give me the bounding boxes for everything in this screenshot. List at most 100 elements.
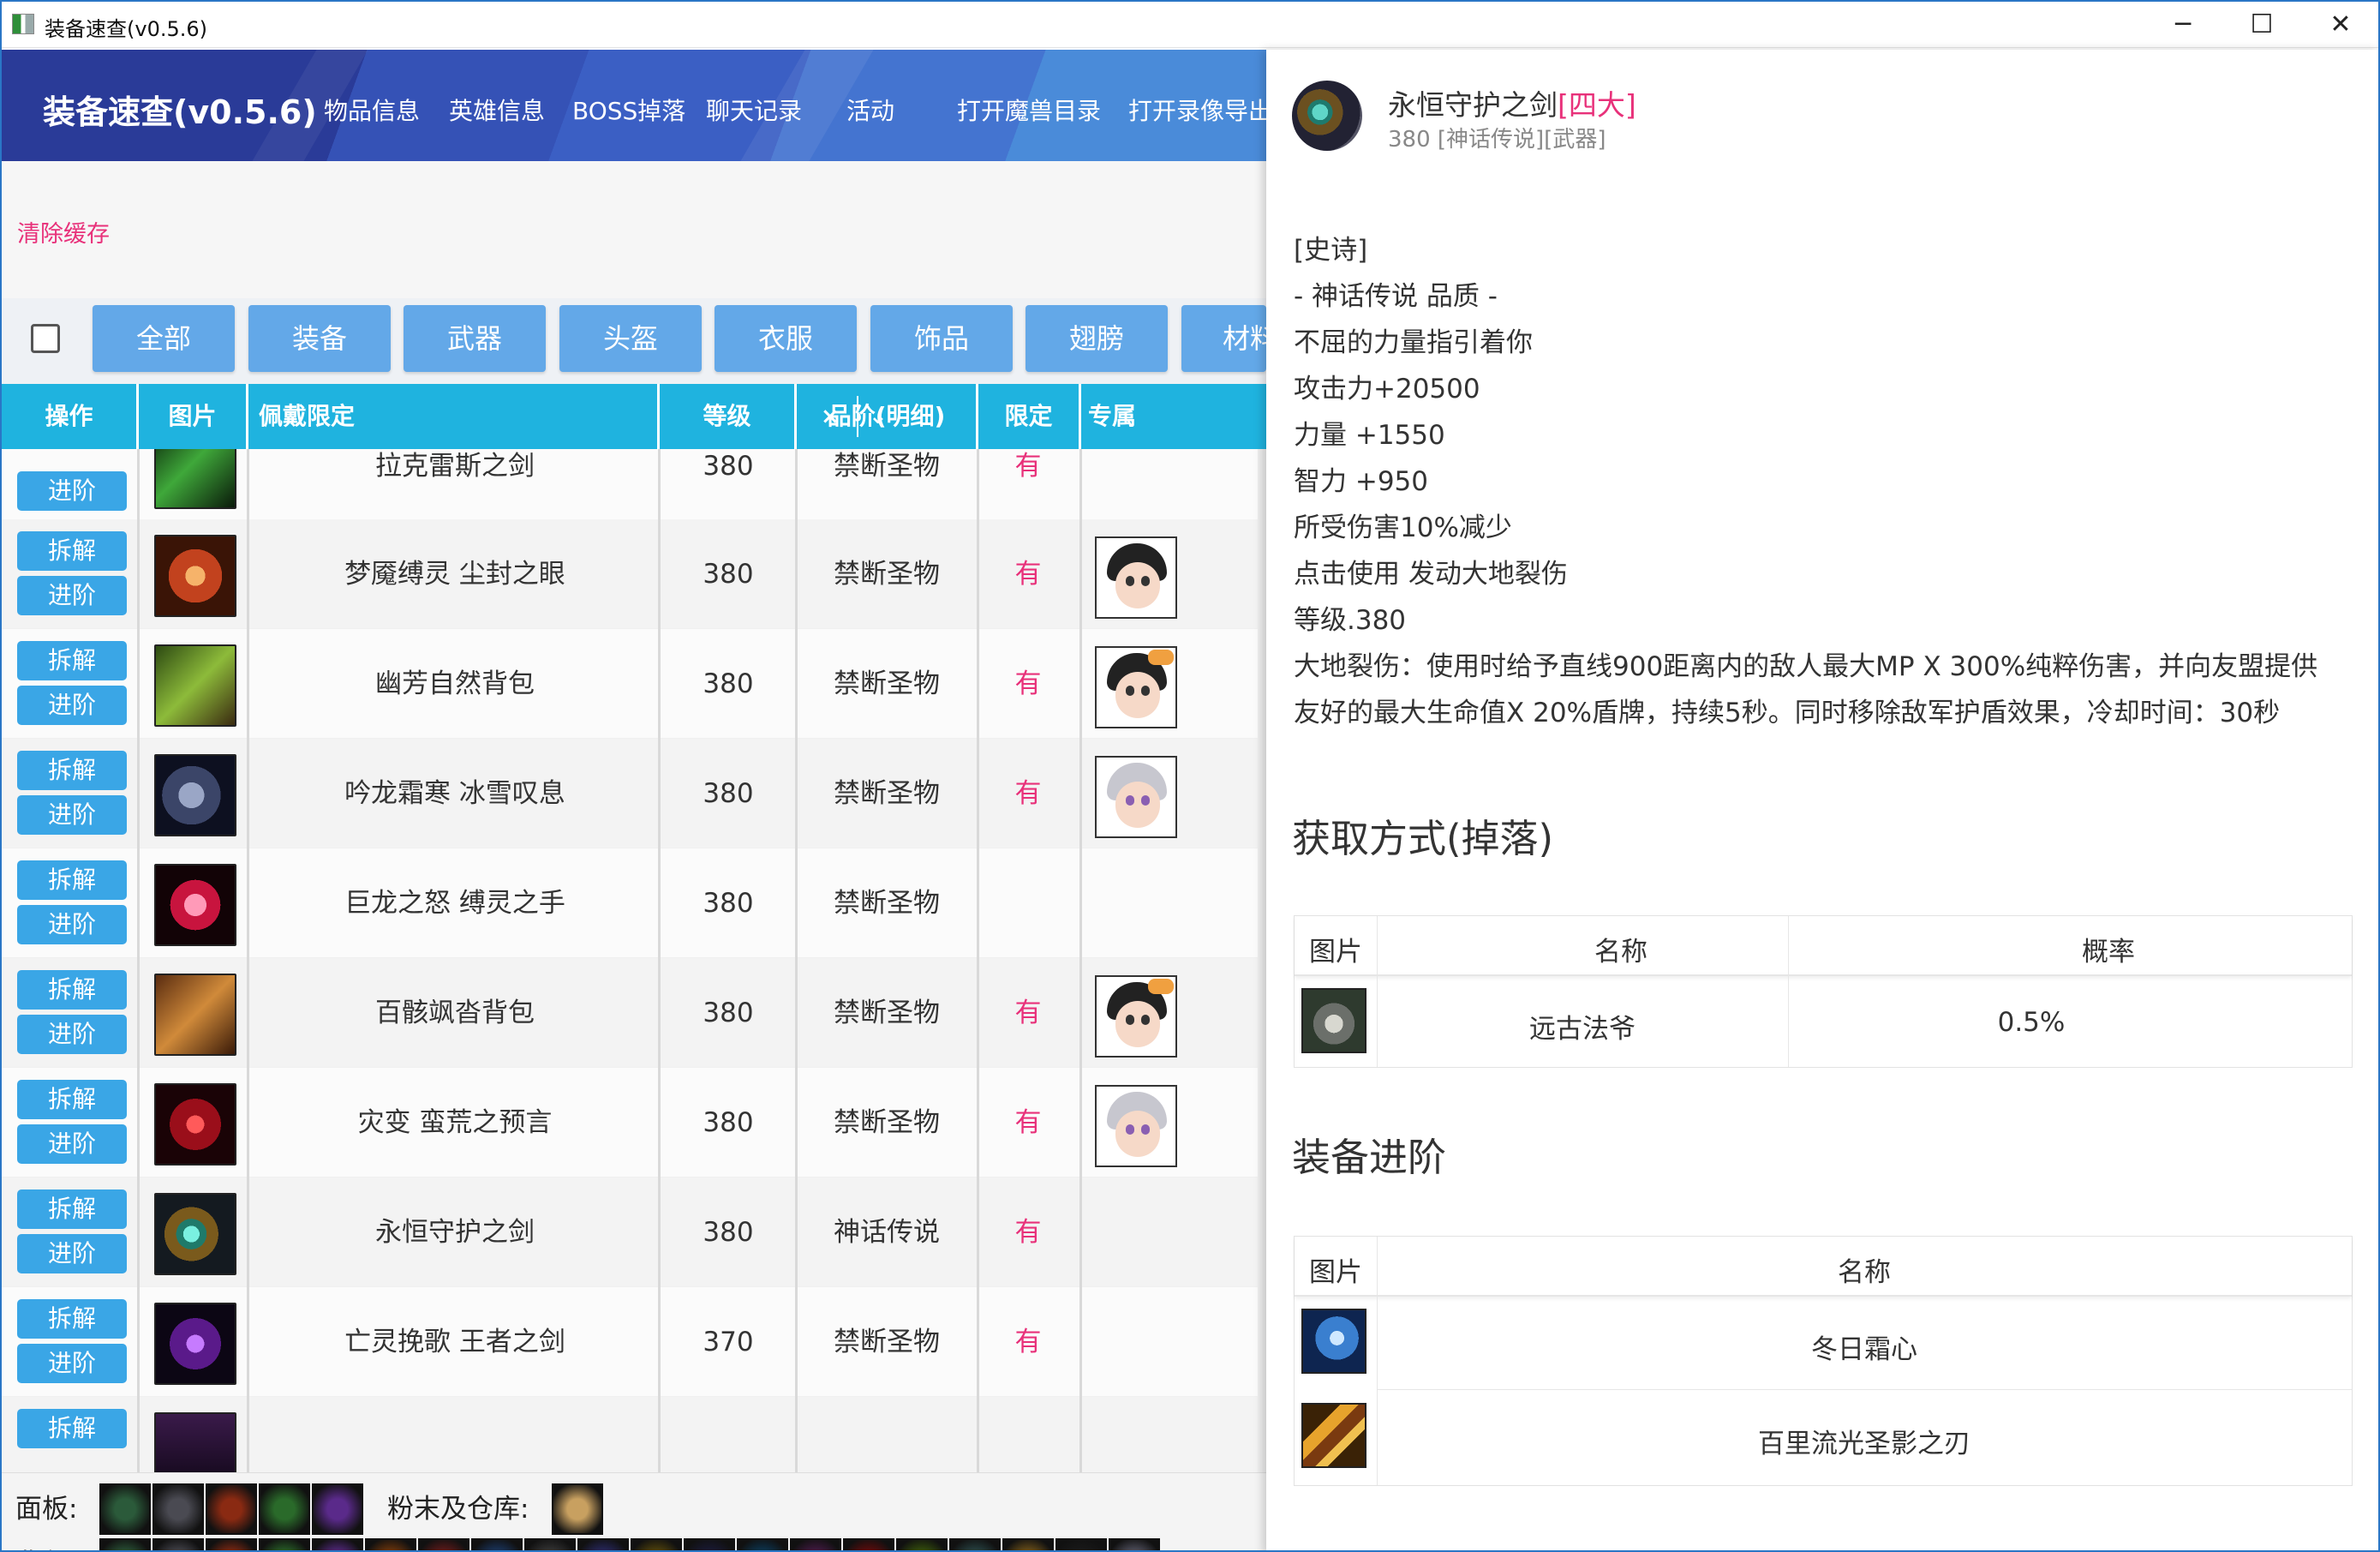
item-name: 灾变 蛮荒之预言 bbox=[357, 1107, 553, 1138]
drop-table: 图片 名称 概率 远古法爷 0.5% bbox=[1294, 915, 2353, 1068]
nav-item-chat[interactable]: 聊天记录 bbox=[706, 93, 802, 127]
close-button[interactable]: ✕ bbox=[2301, 2, 2378, 48]
nav-item-boss[interactable]: BOSS掉落 bbox=[572, 93, 685, 127]
panel-slot-icon[interactable] bbox=[152, 1483, 204, 1535]
header-limited[interactable]: 限定 bbox=[978, 384, 1081, 449]
advance-button[interactable]: 进阶 bbox=[17, 905, 127, 944]
advance-button[interactable]: 进阶 bbox=[17, 576, 127, 615]
header-level[interactable]: 等级 bbox=[660, 384, 797, 449]
table-row[interactable]: 拆解 进阶 巨龙之怒 缚灵之手 380 禁断圣物 bbox=[2, 848, 1266, 958]
detail-line: 智力 +950 bbox=[1294, 466, 1428, 497]
nav-item-open-dir[interactable]: 打开魔兽目录 bbox=[957, 93, 1101, 127]
category-wings-button[interactable]: 翅膀 bbox=[1026, 305, 1168, 372]
category-material-button[interactable]: 材料 bbox=[1181, 305, 1266, 372]
category-all-button[interactable]: 全部 bbox=[93, 305, 235, 372]
bag-slot-icon[interactable] bbox=[896, 1538, 948, 1550]
header-filter-select[interactable]: 佩戴限定 × ⌄ bbox=[248, 384, 888, 449]
panel-slot-icon[interactable] bbox=[206, 1483, 257, 1535]
disassemble-button[interactable]: 拆解 bbox=[17, 1080, 127, 1119]
item-name: 百骸飒沓背包 bbox=[375, 998, 535, 1028]
table-row[interactable]: 拆解 进阶 永恒守护之剑 380 神话传说 有 bbox=[2, 1177, 1266, 1287]
advance-button[interactable]: 进阶 bbox=[17, 795, 127, 835]
item-grade: 禁断圣物 bbox=[834, 778, 940, 809]
bag-slot-icon[interactable] bbox=[1109, 1538, 1160, 1550]
bone-bag-icon bbox=[154, 974, 236, 1056]
advance-button[interactable]: 进阶 bbox=[17, 1015, 127, 1054]
disassemble-button[interactable]: 拆解 bbox=[17, 1299, 127, 1339]
disassemble-button[interactable]: 拆解 bbox=[17, 970, 127, 1010]
panel-slot-icon[interactable] bbox=[259, 1483, 310, 1535]
category-clothes-button[interactable]: 衣服 bbox=[715, 305, 857, 372]
app-window: 装备速查(v0.5.6) ─ ☐ ✕ 装备速查(v0.5.6) 物品信息 英雄信… bbox=[0, 0, 2380, 1552]
category-weapon-button[interactable]: 武器 bbox=[404, 305, 546, 372]
table-row[interactable]: 进阶 拉克雷斯之剑 380 禁断圣物 有 bbox=[2, 449, 1266, 521]
nav-item-hero[interactable]: 英雄信息 bbox=[449, 93, 545, 127]
disassemble-button[interactable]: 拆解 bbox=[17, 1409, 127, 1448]
table-row[interactable]: 拆解 进阶 梦魇缚灵 尘封之眼 380 禁断圣物 有 bbox=[2, 519, 1266, 629]
header-grade[interactable]: 品阶(明细) bbox=[797, 384, 978, 449]
item-grade: 禁断圣物 bbox=[834, 668, 940, 699]
advance-button[interactable]: 进阶 bbox=[17, 686, 127, 725]
advance-button[interactable]: 进阶 bbox=[17, 1124, 127, 1164]
table-row[interactable]: 拆解 进阶 百骸飒沓背包 380 禁断圣物 有 bbox=[2, 958, 1266, 1068]
category-helmet-button[interactable]: 头盔 bbox=[559, 305, 702, 372]
advance-button[interactable]: 进阶 bbox=[17, 1234, 127, 1273]
advance-button[interactable]: 进阶 bbox=[17, 471, 127, 511]
bag-slot-icon[interactable] bbox=[471, 1538, 523, 1550]
bag-slot-icon[interactable] bbox=[312, 1538, 363, 1550]
bag-slot-icon[interactable] bbox=[1002, 1538, 1054, 1550]
hero-avatar bbox=[1095, 756, 1177, 838]
bag-slot-icon[interactable] bbox=[365, 1538, 416, 1550]
bag-slot-icon[interactable] bbox=[684, 1538, 735, 1550]
disassemble-button[interactable]: 拆解 bbox=[17, 1189, 127, 1229]
bag-slot-icon[interactable] bbox=[524, 1538, 576, 1550]
detail-line: [史诗] bbox=[1294, 235, 1368, 266]
disassemble-button[interactable]: 拆解 bbox=[17, 751, 127, 790]
disassemble-button[interactable]: 拆解 bbox=[17, 860, 127, 900]
nav-item-replay-export[interactable]: 打开录像导出 bbox=[1128, 93, 1266, 127]
select-all-checkbox[interactable] bbox=[31, 324, 60, 353]
advance-table-header: 图片 名称 bbox=[1295, 1237, 2352, 1297]
minimize-button[interactable]: ─ bbox=[2144, 2, 2222, 48]
storage-slot-icon[interactable] bbox=[552, 1483, 603, 1535]
panel-slot-icon[interactable] bbox=[312, 1483, 363, 1535]
maximize-button[interactable]: ☐ bbox=[2222, 2, 2301, 48]
category-equipment-button[interactable]: 装备 bbox=[248, 305, 391, 372]
header-op: 操作 bbox=[2, 384, 139, 449]
disassemble-button[interactable]: 拆解 bbox=[17, 641, 127, 680]
item-limited: 有 bbox=[1014, 451, 1042, 482]
table-row[interactable]: 拆解 进阶 吟龙霜寒 冰雪叹息 380 禁断圣物 有 bbox=[2, 739, 1266, 848]
drop-section-title: 获取方式(掉落) bbox=[1292, 816, 1554, 861]
bag-slot-icon[interactable] bbox=[790, 1538, 841, 1550]
clear-cache-link[interactable]: 清除缓存 bbox=[17, 215, 110, 249]
disassemble-button[interactable]: 拆解 bbox=[17, 531, 127, 571]
col-divider bbox=[247, 449, 249, 1477]
table-row[interactable]: 拆解 进阶 幽芳自然背包 380 禁断圣物 有 bbox=[2, 629, 1266, 739]
panel-slot-icon[interactable] bbox=[99, 1483, 151, 1535]
bag-slot-icon[interactable] bbox=[206, 1538, 257, 1550]
bag-slot-icon[interactable] bbox=[99, 1538, 151, 1550]
table-row[interactable]: 拆解 进阶 亡灵挽歌 王者之剑 370 禁断圣物 有 bbox=[2, 1287, 1266, 1397]
bag-slot-icon[interactable] bbox=[1055, 1538, 1107, 1550]
item-level: 380 bbox=[703, 668, 754, 699]
category-accessory-button[interactable]: 饰品 bbox=[870, 305, 1013, 372]
item-level: 380 bbox=[703, 778, 754, 809]
table-scrollbar[interactable] bbox=[1258, 449, 1266, 1477]
bag-slot-icon[interactable] bbox=[259, 1538, 310, 1550]
bag-slot-icon[interactable] bbox=[631, 1538, 682, 1550]
nav-item-info[interactable]: 物品信息 bbox=[324, 93, 420, 127]
nav-item-activity[interactable]: 活动 bbox=[846, 93, 894, 127]
inventory-bar: 面板: 粉末及仓库: 背包: bbox=[2, 1472, 1266, 1550]
item-level bbox=[661, 1397, 795, 1477]
bag-slot-icon[interactable] bbox=[418, 1538, 469, 1550]
bag-slot-icon[interactable] bbox=[843, 1538, 894, 1550]
table-row[interactable]: 拆解 bbox=[2, 1397, 1266, 1477]
table-row[interactable]: 拆解 进阶 灾变 蛮荒之预言 380 禁断圣物 有 bbox=[2, 1068, 1266, 1177]
bag-slot-icon[interactable] bbox=[949, 1538, 1001, 1550]
light-shadow-blade-icon bbox=[1301, 1403, 1366, 1468]
bag-slot-icon[interactable] bbox=[577, 1538, 629, 1550]
bag-slot-icon[interactable] bbox=[737, 1538, 788, 1550]
advance-button[interactable]: 进阶 bbox=[17, 1344, 127, 1383]
bag-slot-icon[interactable] bbox=[152, 1538, 204, 1550]
dragon-crystal-icon bbox=[154, 864, 236, 946]
